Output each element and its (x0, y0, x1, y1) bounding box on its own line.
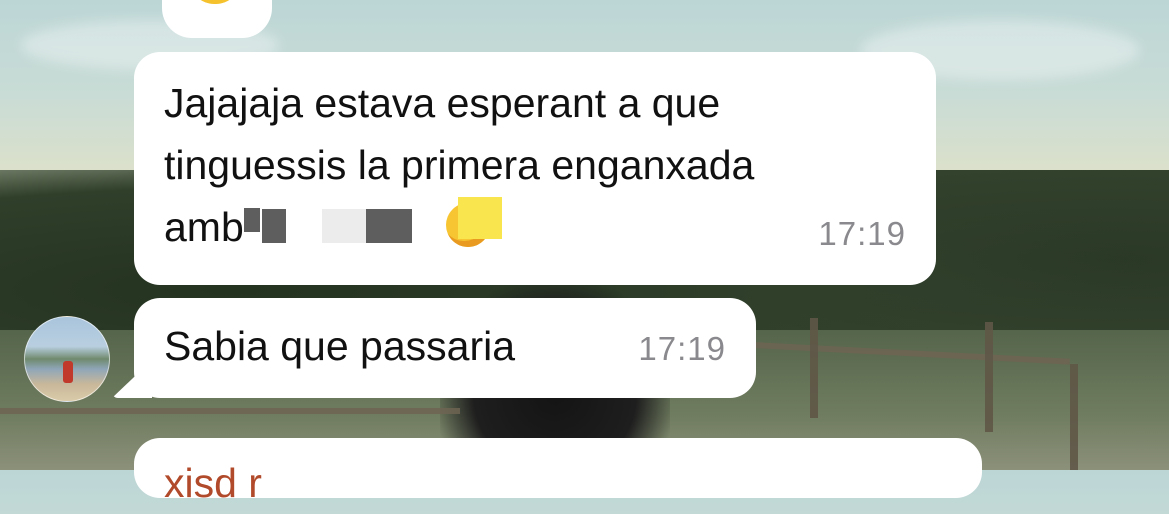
grinning-emoji-icon (445, 197, 502, 249)
background-fence-post (1070, 364, 1078, 470)
message-text-line: Jajajaja estava esperant a que (164, 80, 721, 126)
message-timestamp: 17:19 (818, 215, 906, 252)
redacted-block (261, 209, 286, 244)
contact-avatar[interactable] (24, 316, 110, 402)
background-fence-post (810, 318, 818, 418)
message-timestamp: 17:19 (638, 330, 726, 367)
emoji-message-bubble[interactable] (162, 0, 272, 38)
redacted-block (321, 209, 366, 244)
background-fence-post (985, 322, 993, 432)
message-bubble[interactable]: Sabia que passaria 17:19 (134, 298, 756, 398)
laughing-emoji-icon (190, 0, 240, 4)
redacted-block (365, 209, 412, 244)
redacted-block (243, 208, 260, 233)
message-text-partial: xisd r (164, 460, 262, 506)
message-text-fragment: amb (164, 204, 244, 250)
message-bubble[interactable]: Jajajaja estava esperant a que tinguessi… (134, 52, 936, 285)
message-bubble[interactable]: xisd r (134, 438, 982, 505)
message-text-line: tinguessis la primera enganxada (164, 142, 755, 188)
emoji-sticker-overlay (457, 197, 502, 240)
avatar-photo-subject (63, 361, 73, 383)
background-fence (0, 408, 460, 414)
message-text-line-with-redaction: amb (164, 196, 906, 258)
